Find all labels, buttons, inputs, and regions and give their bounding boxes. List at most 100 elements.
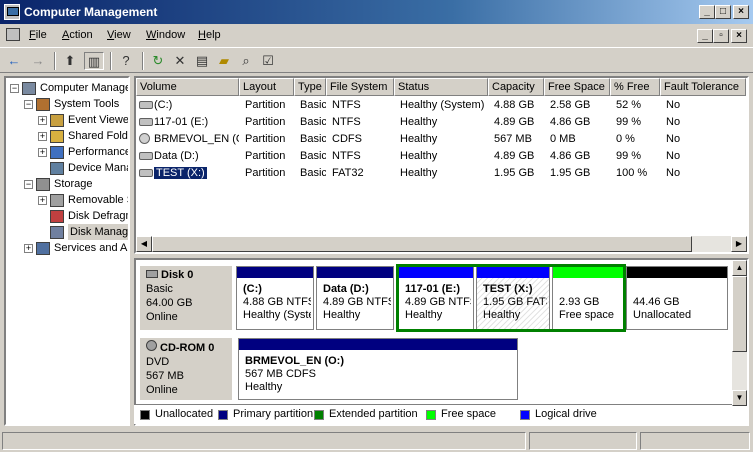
collapse-icon[interactable]: − xyxy=(24,180,33,189)
minimize-button[interactable]: _ xyxy=(699,5,715,19)
partition-block[interactable]: BRMEVOL_EN (O:) 567 MB CDFS Healthy xyxy=(238,338,518,400)
cell-text: Basic xyxy=(300,133,326,145)
column-header-layout[interactable]: Layout xyxy=(239,78,294,96)
volume-list-hscrollbar[interactable]: ◀ ▶ xyxy=(136,236,747,252)
partition-title: Data (D:) xyxy=(323,283,369,295)
disk-name: CD-ROM 0 xyxy=(160,342,215,354)
cell-text: Data (D:) xyxy=(154,150,199,162)
delete-icon[interactable]: ✕ xyxy=(170,52,190,70)
column-header-volume[interactable]: Volume xyxy=(136,78,239,96)
column-header--free[interactable]: % Free xyxy=(610,78,660,96)
scroll-left-button[interactable]: ◀ xyxy=(136,236,152,252)
search-icon[interactable]: ⌕ xyxy=(236,52,256,70)
tree-item-device-manager[interactable]: Device Manager xyxy=(6,160,128,176)
tree-item-computer-management-local-[interactable]: − Computer Management (Local) xyxy=(6,80,128,96)
close-button[interactable]: × xyxy=(733,5,749,19)
tree-item-disk-management[interactable]: Disk Management xyxy=(6,224,128,240)
mdi-minimize-button[interactable]: _ xyxy=(697,29,713,43)
disk-graphical-view[interactable]: ▲ ▼ Disk 0 Basic 64.00 GB Online (C:) 4.88 GB… xyxy=(134,258,749,426)
volume-cell-free: 4.86 GB xyxy=(550,148,610,164)
partition-block[interactable]: 117-01 (E:) 4.89 GB NTFS Healthy xyxy=(398,266,474,330)
checklist-icon[interactable]: ☑ xyxy=(258,52,278,70)
disk-view-vscrollbar[interactable]: ▲ ▼ xyxy=(732,260,747,406)
expand-icon[interactable]: + xyxy=(24,244,33,253)
scroll-right-button[interactable]: ▶ xyxy=(731,236,747,252)
tree-item-storage[interactable]: − Storage xyxy=(6,176,128,192)
volume-row-name[interactable]: (C:) xyxy=(154,97,239,113)
disk-label-disk-0[interactable]: Disk 0 Basic 64.00 GB Online xyxy=(140,266,232,330)
expand-icon[interactable]: + xyxy=(38,132,47,141)
column-header-file-system[interactable]: File System xyxy=(326,78,394,96)
volume-cell-capacity: 567 MB xyxy=(494,131,544,147)
disk-label-cd-rom-0[interactable]: CD-ROM 0 DVD 567 MB Online xyxy=(140,338,232,400)
show-hide-tree-icon[interactable]: ▥ xyxy=(84,52,104,70)
cell-text: Basic xyxy=(300,150,326,162)
help-icon[interactable]: ? xyxy=(116,52,136,70)
partition-block[interactable]: TEST (X:)1.95 GB FAT32Healthy xyxy=(476,266,550,330)
column-header-capacity[interactable]: Capacity xyxy=(488,78,544,96)
expand-icon[interactable]: + xyxy=(38,196,47,205)
open-icon[interactable]: ▰ xyxy=(214,52,234,70)
mdi-restore-button[interactable]: ▫ xyxy=(713,29,729,43)
scroll-down-button[interactable]: ▼ xyxy=(732,390,747,406)
column-header-fault-tolerance[interactable]: Fault Tolerance xyxy=(660,78,746,96)
volume-cell-status: Healthy (System) xyxy=(400,97,488,113)
volume-row-name[interactable]: TEST (X:) xyxy=(154,165,239,181)
volume-row-name[interactable]: Data (D:) xyxy=(154,148,239,164)
menu-window[interactable]: Window xyxy=(146,29,185,41)
volume-cell-type: Basic xyxy=(300,148,326,164)
partition-block[interactable]: (C:)4.88 GB NTFSHealthy (System) xyxy=(236,266,314,330)
forward-icon[interactable]: → xyxy=(28,52,48,70)
tree-item-event-viewer[interactable]: + Event Viewer xyxy=(6,112,128,128)
tree-item-system-tools[interactable]: − System Tools xyxy=(6,96,128,112)
tree-item-disk-defragmenter[interactable]: Disk Defragmenter xyxy=(6,208,128,224)
partition-block[interactable]: 44.46 GB Unallocated xyxy=(626,266,728,330)
tree-item-performance-logs-and-alerts[interactable]: + Performance Logs and Alerts xyxy=(6,144,128,160)
up-one-level-icon[interactable]: ⬆ xyxy=(60,52,80,70)
console-tree[interactable]: −Computer Management (Local)−System Tool… xyxy=(4,76,130,426)
volume-cell-status: Healthy xyxy=(400,131,488,147)
column-header-free-space[interactable]: Free Space xyxy=(544,78,610,96)
partition-block[interactable]: Data (D:) 4.89 GB NTFS Healthy xyxy=(316,266,394,330)
defrag-icon xyxy=(50,210,64,223)
partition-text: (C:)4.88 GB NTFSHealthy (System) xyxy=(243,283,311,322)
volume-list[interactable]: ◀ ▶ Volume Layout Type File System Status Cap… xyxy=(134,76,749,254)
collapse-icon[interactable]: − xyxy=(24,100,33,109)
partition-status: Healthy xyxy=(323,309,361,321)
cell-text: 4.89 GB xyxy=(494,116,535,128)
tree-item-shared-folders[interactable]: + Shared Folders xyxy=(6,128,128,144)
cell-text: 4.86 GB xyxy=(550,150,591,162)
mdi-window-icon[interactable] xyxy=(6,28,20,41)
properties-icon[interactable]: ▤ xyxy=(192,52,212,70)
cell-text: Partition xyxy=(245,99,286,111)
menu-view[interactable]: View xyxy=(107,29,131,41)
back-icon[interactable]: ← xyxy=(4,52,24,70)
cell-text: 117-01 (E:) xyxy=(154,116,209,128)
volume-row-name[interactable]: 117-01 (E:) xyxy=(154,114,239,130)
maximize-button[interactable]: □ xyxy=(715,5,731,19)
column-header-type[interactable]: Type xyxy=(294,78,326,96)
vscroll-thumb[interactable] xyxy=(732,276,747,352)
partition-text: 2.93 GB Free space xyxy=(559,296,621,322)
menu-action[interactable]: Action xyxy=(62,29,93,41)
scroll-up-button[interactable]: ▲ xyxy=(732,260,747,276)
menu-file[interactable]: File xyxy=(29,29,47,41)
hscroll-thumb[interactable] xyxy=(152,236,692,252)
volume-cell-fault: No xyxy=(666,165,746,181)
column-header-status[interactable]: Status xyxy=(394,78,488,96)
partition-block[interactable]: 2.93 GB Free space xyxy=(552,266,624,330)
tree-item-services-and-applications[interactable]: + Services and Applications xyxy=(6,240,128,256)
partition-color-bar xyxy=(317,267,393,278)
expand-icon[interactable]: + xyxy=(38,148,47,157)
partition-size: 567 MB CDFS xyxy=(245,368,316,380)
computer-icon xyxy=(22,82,36,95)
expand-icon[interactable]: + xyxy=(38,116,47,125)
partition-size: 4.89 GB NTFS xyxy=(405,296,471,308)
tree-item-removable-storage[interactable]: + Removable Storage xyxy=(6,192,128,208)
menu-help[interactable]: Help xyxy=(198,29,221,41)
collapse-icon[interactable]: − xyxy=(10,84,19,93)
disk-size: 64.00 GB xyxy=(146,297,193,309)
volume-row-name[interactable]: BRMEVOL_EN (O:) xyxy=(154,131,239,147)
mdi-close-button[interactable]: × xyxy=(731,29,747,43)
refresh-icon[interactable]: ↻ xyxy=(148,52,168,70)
